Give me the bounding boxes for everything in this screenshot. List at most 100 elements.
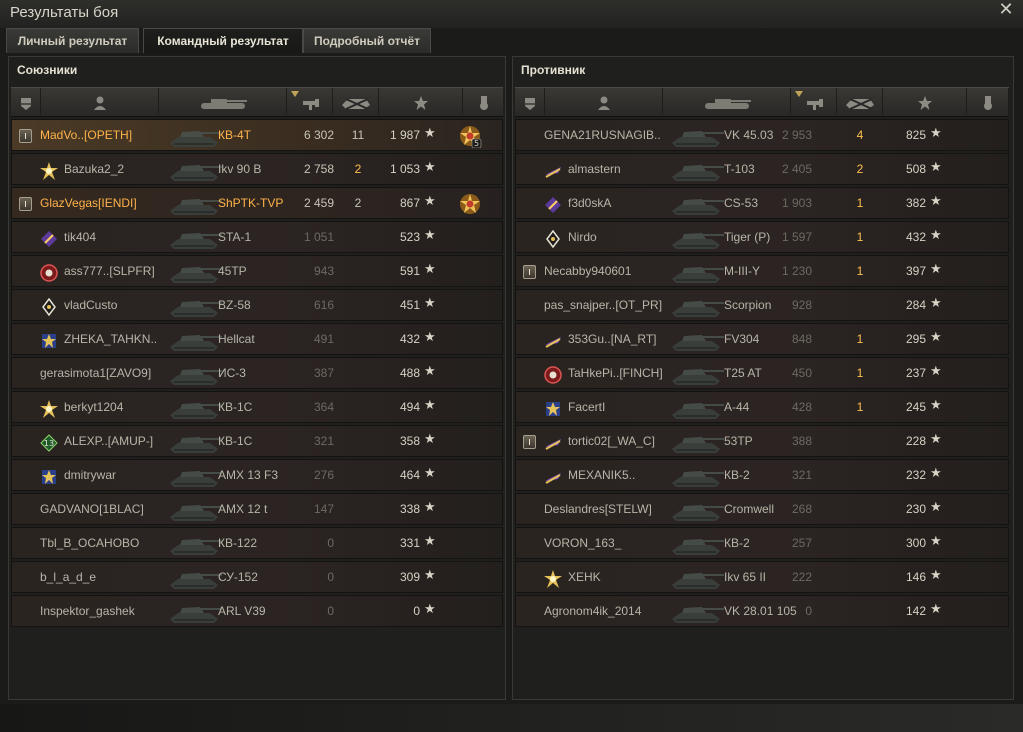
player-name[interactable]: MEXANIK5.. (568, 468, 635, 482)
enemies-player-row[interactable]: XEHK Ikv 65 II 222 146 ★ (515, 561, 1009, 593)
player-name[interactable]: GADVANO[1BLAC] (40, 502, 144, 516)
damage-column-header[interactable] (791, 88, 837, 117)
tank-icon (170, 573, 222, 589)
player-name[interactable]: f3d0skA (568, 196, 611, 210)
enemies-player-row[interactable]: Necabby940601 M-III-Y 1 230 1 397 ★ (515, 255, 1009, 287)
damage-value: 276 (313, 468, 334, 482)
close-icon[interactable]: ✕ (997, 1, 1015, 19)
enemies-player-row[interactable]: MEXANIK5.. КВ-2 321 232 ★ (515, 459, 1009, 491)
allies-player-row[interactable]: dmitrywar AMX 13 F3 276 464 ★ (11, 459, 503, 491)
enemies-player-row[interactable]: FacertI A-44 428 1 245 ★ (515, 391, 1009, 423)
allies-player-row[interactable]: Bazuka2_2 Ikv 90 B 2 758 2 1 053 ★ (11, 153, 503, 185)
medal-column-header[interactable] (967, 88, 1009, 117)
tab-detailed-report[interactable]: Подробный отчёт (303, 28, 431, 53)
player-name[interactable]: berkyt1204 (64, 400, 123, 414)
player-name[interactable]: almastern (568, 162, 621, 176)
player-name[interactable]: gerasimota1[ZAVO9] (40, 366, 151, 380)
player-name[interactable]: Bazuka2_2 (64, 162, 124, 176)
allies-player-row[interactable]: ZHEKA_TAHKN.. Hellcat 491 432 ★ (11, 323, 503, 355)
player-name[interactable]: dmitrywar (64, 468, 116, 482)
allies-player-row[interactable]: tik404 STA-1 1 051 523 ★ (11, 221, 503, 253)
kills-value: 1 (856, 332, 864, 346)
kills-value: 1 (856, 230, 864, 244)
kills-column-icon (845, 97, 874, 110)
player-name[interactable]: Deslandres[STELW] (544, 502, 652, 516)
player-name[interactable]: Nirdo (568, 230, 597, 244)
player-name[interactable]: Tbl_B_OCAHOBO (40, 536, 139, 550)
player-name[interactable]: ZHEKA_TAHKN.. (64, 332, 157, 346)
damage-value: 0 (805, 604, 812, 618)
enemies-player-row[interactable]: tortic02[_WA_C] 53TP 388 228 ★ (515, 425, 1009, 457)
player-name[interactable]: GENA21RUSNAGIB.. (544, 128, 661, 142)
tab-team-result[interactable]: Командный результат (143, 28, 303, 53)
xp-column-header[interactable] (883, 88, 967, 117)
xp-value: 432 (905, 230, 926, 244)
allies-player-row[interactable]: berkyt1204 КВ-1С 364 494 ★ (11, 391, 503, 423)
tank-column-header[interactable] (159, 88, 287, 117)
allies-player-row[interactable]: Tbl_B_OCAHOBO КВ-122 0 331 ★ (11, 527, 503, 559)
gun-mark-icon (40, 264, 58, 282)
enemies-player-row[interactable]: almastern T-103 2 405 2 508 ★ (515, 153, 1009, 185)
enemies-player-row[interactable]: f3d0skA CS-53 1 903 1 382 ★ (515, 187, 1009, 219)
player-name[interactable]: Agronom4ik_2014 (544, 604, 641, 618)
kills-column-header[interactable] (837, 88, 883, 117)
damage-value: 848 (791, 332, 812, 346)
enemies-player-row[interactable]: Nirdo Tiger (P) 1 597 1 432 ★ (515, 221, 1009, 253)
allies-player-row[interactable]: Inspektor_gashek ARL V39 0 0 ★ (11, 595, 503, 627)
tab-personal-result[interactable]: Личный результат (6, 28, 139, 53)
allies-player-row[interactable]: GlazVegas[IENDI] ShPTK-TVP 2 459 2 867 ★ (11, 187, 503, 219)
player-name[interactable]: b_l_a_d_e (40, 570, 96, 584)
player-column-header[interactable] (545, 88, 663, 117)
player-name[interactable]: tik404 (64, 230, 96, 244)
tank-icon (170, 267, 222, 283)
player-name[interactable]: TaHkePi..[FINCH] (568, 366, 663, 380)
damage-value: 0 (327, 570, 334, 584)
damage-column-header[interactable] (287, 88, 333, 117)
player-name[interactable]: Inspektor_gashek (40, 604, 135, 618)
xp-value: 451 (399, 298, 420, 312)
enemies-player-row[interactable]: 353Gu..[NA_RT] FV304 848 1 295 ★ (515, 323, 1009, 355)
kills-column-header[interactable] (333, 88, 379, 117)
allies-player-row[interactable]: 13 ALEXP..[AMUP-] КВ-1С 321 358 ★ (11, 425, 503, 457)
player-name[interactable]: FacertI (568, 400, 605, 414)
enemies-player-row[interactable]: GENA21RUSNAGIB.. VK 45.03 2 953 4 825 ★ (515, 119, 1009, 151)
allies-player-row[interactable]: ass777..[SLPFR] 45TP 943 591 ★ (11, 255, 503, 287)
tank-column-header[interactable] (663, 88, 791, 117)
medal-icon[interactable] (458, 192, 482, 216)
tank-icon (672, 233, 724, 249)
enemies-player-row[interactable]: pas_snajper..[OT_PR] Scorpion 928 284 ★ (515, 289, 1009, 321)
xp-value: 488 (399, 366, 420, 380)
tank-icon (672, 471, 724, 487)
enemies-player-row[interactable]: Deslandres[STELW] Cromwell 268 230 ★ (515, 493, 1009, 525)
enemies-player-row[interactable]: VORON_163_ КВ-2 257 300 ★ (515, 527, 1009, 559)
player-name[interactable]: VORON_163_ (544, 536, 621, 550)
medal-column-header[interactable] (463, 88, 505, 117)
squad-column-header[interactable] (11, 88, 41, 117)
xp-column-header[interactable] (379, 88, 463, 117)
allies-player-row[interactable]: b_l_a_d_e СУ-152 0 309 ★ (11, 561, 503, 593)
player-name[interactable]: GlazVegas[IENDI] (40, 196, 137, 210)
player-name[interactable]: tortic02[_WA_C] (568, 434, 655, 448)
enemies-player-row[interactable]: Agronom4ik_2014 VK 28.01 105 0 142 ★ (515, 595, 1009, 627)
squad-column-icon (524, 97, 535, 110)
player-column-header[interactable] (41, 88, 159, 117)
player-name[interactable]: Necabby940601 (544, 264, 631, 278)
kills-value: 2 (354, 162, 362, 176)
player-name[interactable]: XEHK (568, 570, 601, 584)
player-name[interactable]: ass777..[SLPFR] (64, 264, 155, 278)
tank-name: КВ-2 (724, 468, 750, 482)
player-name[interactable]: pas_snajper..[OT_PR] (544, 298, 662, 312)
player-name[interactable]: ALEXP..[AMUP-] (64, 434, 153, 448)
allies-player-row[interactable]: GADVANO[1BLAC] AMX 12 t 147 338 ★ (11, 493, 503, 525)
star-icon: ★ (424, 398, 436, 413)
allies-player-row[interactable]: gerasimota1[ZAVO9] ИС-3 387 488 ★ (11, 357, 503, 389)
enemies-player-row[interactable]: TaHkePi..[FINCH] T25 AT 450 1 237 ★ (515, 357, 1009, 389)
player-name[interactable]: 353Gu..[NA_RT] (568, 332, 657, 346)
allies-player-row[interactable]: MadVo..[OPETH] КВ-4Т 6 302 11 1 987 ★ 5 (11, 119, 503, 151)
xp-value: 397 (905, 264, 926, 278)
allies-player-row[interactable]: vladCusto BZ-58 616 451 ★ (11, 289, 503, 321)
kills-value: 4 (856, 128, 864, 142)
player-name[interactable]: vladCusto (64, 298, 117, 312)
squad-column-header[interactable] (515, 88, 545, 117)
player-name[interactable]: MadVo..[OPETH] (40, 128, 132, 142)
